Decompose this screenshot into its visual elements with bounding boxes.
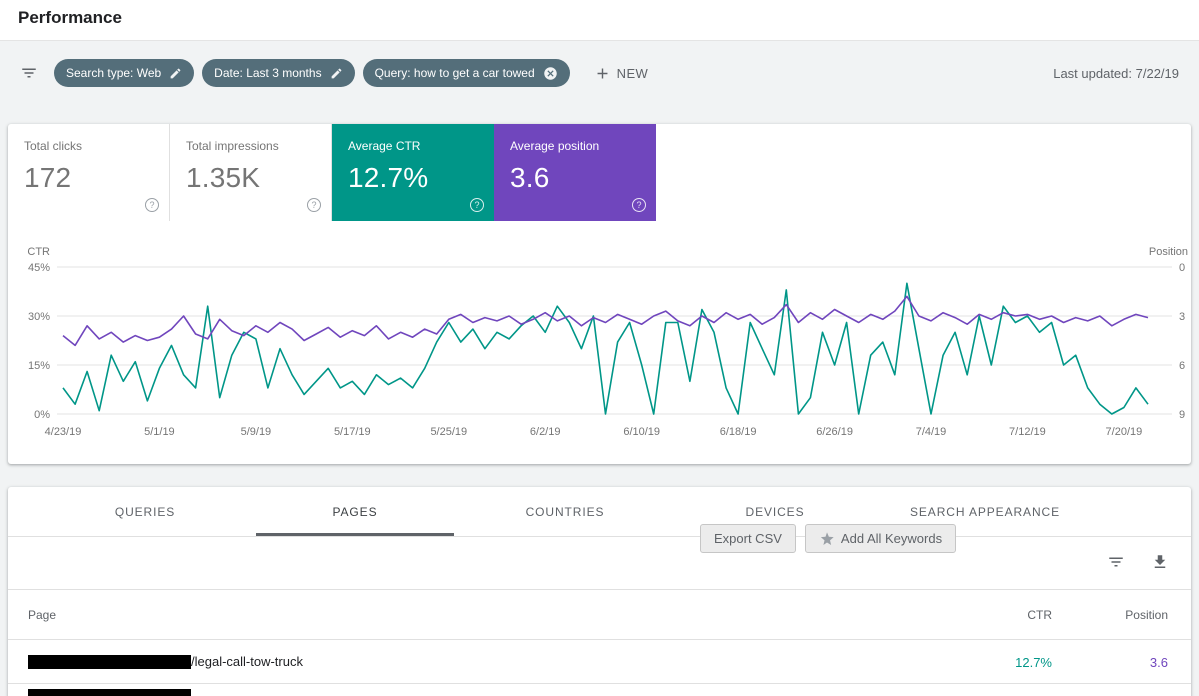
redacted-domain	[28, 689, 191, 696]
metric-label: Total impressions	[186, 139, 315, 153]
metric-average-ctr[interactable]: Average CTR 12.7% ?	[332, 124, 494, 221]
filter-icon	[20, 64, 38, 82]
dimension-tabs: QUERIES PAGES COUNTRIES DEVICES SEARCH A…	[8, 487, 1191, 537]
add-all-keywords-label: Add All Keywords	[841, 531, 942, 546]
svg-text:0: 0	[1179, 262, 1185, 274]
metric-total-clicks[interactable]: Total clicks 172 ?	[8, 124, 170, 221]
svg-text:5/17/19: 5/17/19	[334, 426, 371, 438]
metric-total-impressions[interactable]: Total impressions 1.35K ?	[170, 124, 332, 221]
svg-text:CTR: CTR	[27, 246, 50, 258]
svg-text:6/18/19: 6/18/19	[720, 426, 757, 438]
table-toolbar: Export CSV Add All Keywords	[8, 537, 1191, 590]
metric-value: 3.6	[510, 162, 640, 194]
svg-text:7/12/19: 7/12/19	[1009, 426, 1046, 438]
page-url-suffix: /legal-call-tow-truck	[191, 654, 303, 669]
filter-chip-label: Query: how to get a car towed	[375, 66, 535, 80]
tab-queries[interactable]: QUERIES	[40, 487, 250, 536]
redacted-domain	[28, 655, 191, 669]
star-icon	[819, 531, 835, 547]
edit-icon	[169, 67, 182, 80]
svg-text:5/9/19: 5/9/19	[241, 426, 272, 438]
download-icon[interactable]	[1151, 553, 1169, 571]
export-csv-button[interactable]: Export CSV	[700, 524, 796, 553]
table-header: Page CTR Position	[8, 590, 1191, 640]
performance-chart-card: Total clicks 172 ? Total impressions 1.3…	[8, 124, 1191, 464]
svg-text:45%: 45%	[28, 262, 50, 274]
svg-text:15%: 15%	[28, 360, 50, 372]
metric-value: 172	[24, 162, 153, 194]
help-icon[interactable]: ?	[145, 198, 159, 212]
plus-icon	[594, 65, 611, 82]
edit-icon	[330, 67, 343, 80]
svg-text:7/4/19: 7/4/19	[916, 426, 947, 438]
svg-text:6/2/19: 6/2/19	[530, 426, 561, 438]
filter-chip-search-type[interactable]: Search type: Web	[54, 59, 194, 87]
remove-filter-icon[interactable]	[543, 66, 558, 81]
svg-text:4/23/19: 4/23/19	[45, 426, 82, 438]
svg-text:6/26/19: 6/26/19	[816, 426, 853, 438]
new-filter-button[interactable]: NEW	[594, 65, 649, 82]
add-all-keywords-button[interactable]: Add All Keywords	[805, 524, 956, 553]
page-url-cell: /legal-call-tow-truck	[28, 654, 303, 669]
column-header-page[interactable]: Page	[28, 608, 56, 622]
help-icon[interactable]: ?	[632, 198, 646, 212]
metric-tiles: Total clicks 172 ? Total impressions 1.3…	[8, 124, 1191, 221]
svg-text:5/25/19: 5/25/19	[430, 426, 467, 438]
svg-text:5/1/19: 5/1/19	[144, 426, 175, 438]
svg-text:3: 3	[1179, 311, 1185, 323]
svg-text:6/10/19: 6/10/19	[623, 426, 660, 438]
svg-text:7/20/19: 7/20/19	[1106, 426, 1143, 438]
filter-bar: Search type: Web Date: Last 3 months Que…	[0, 41, 1199, 105]
tab-pages[interactable]: PAGES	[250, 487, 460, 536]
help-icon[interactable]: ?	[470, 198, 484, 212]
tab-countries[interactable]: COUNTRIES	[460, 487, 670, 536]
metric-value: 12.7%	[348, 162, 478, 194]
top-bar: Performance	[0, 0, 1199, 41]
filter-chip-date[interactable]: Date: Last 3 months	[202, 59, 354, 87]
position-value: 3.6	[1150, 655, 1168, 670]
dimensions-table-card: QUERIES PAGES COUNTRIES DEVICES SEARCH A…	[8, 487, 1191, 696]
svg-text:0%: 0%	[34, 409, 50, 421]
page-title: Performance	[18, 8, 122, 28]
column-header-position[interactable]: Position	[1125, 608, 1168, 622]
last-updated-text: Last updated: 7/22/19	[1053, 66, 1179, 81]
metric-average-position[interactable]: Average position 3.6 ?	[494, 124, 656, 221]
metric-value: 1.35K	[186, 162, 315, 194]
table-row[interactable]	[8, 684, 1191, 696]
performance-line-chart: 45% 0 30% 3 15% 6 0% 9 CTR Position 4/23/19 5/1/19 5…	[8, 245, 1191, 460]
table-row[interactable]: /legal-call-tow-truck 12.7% 3.6	[8, 640, 1191, 684]
metric-label: Total clicks	[24, 139, 153, 153]
metric-label: Average CTR	[348, 139, 478, 153]
extension-buttons: Export CSV Add All Keywords	[700, 524, 956, 553]
filter-chip-query[interactable]: Query: how to get a car towed	[363, 59, 570, 87]
svg-text:Position: Position	[1149, 246, 1188, 258]
table-actions	[1107, 553, 1169, 571]
metric-label: Average position	[510, 139, 640, 153]
svg-text:6: 6	[1179, 360, 1185, 372]
filter-chip-label: Date: Last 3 months	[214, 66, 321, 80]
export-csv-label: Export CSV	[714, 531, 782, 546]
new-filter-label: NEW	[617, 66, 649, 81]
page-url-cell	[28, 689, 191, 696]
help-icon[interactable]: ?	[307, 198, 321, 212]
ctr-value: 12.7%	[1015, 655, 1052, 670]
column-header-ctr[interactable]: CTR	[1027, 608, 1052, 622]
svg-text:30%: 30%	[28, 311, 50, 323]
table-filter-icon[interactable]	[1107, 553, 1125, 571]
filter-chip-label: Search type: Web	[66, 66, 161, 80]
search-console-performance-page: Performance Search type: Web Date: Last …	[0, 0, 1199, 696]
svg-text:9: 9	[1179, 409, 1185, 421]
